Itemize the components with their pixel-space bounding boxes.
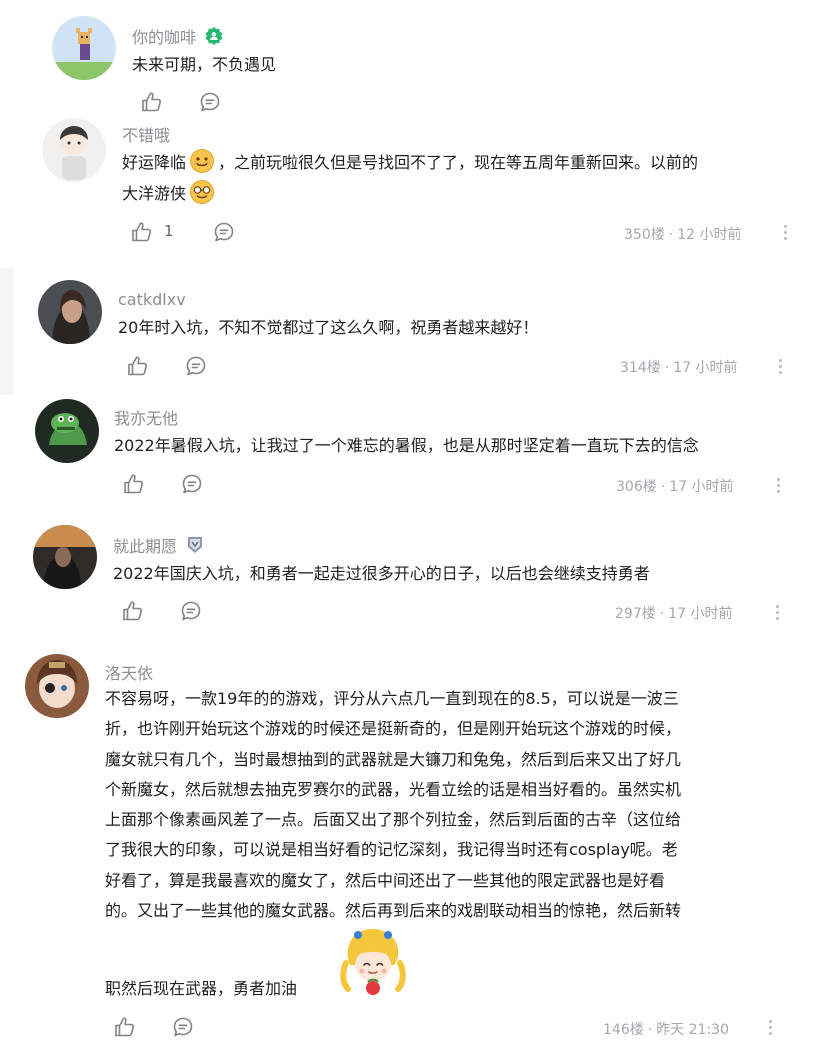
comment-text: 未来可期，不负遇见	[132, 55, 277, 74]
like-icon[interactable]	[140, 90, 164, 114]
green-badge-icon	[204, 26, 224, 50]
comment-actions: 1	[130, 220, 250, 244]
comment-item: 洛天依 不容易呀，一款19年的的游戏，评分从六点几一直到现在的8.5，可以说是一…	[0, 647, 827, 1049]
comment-actions	[113, 1015, 203, 1039]
user-avatar[interactable]	[35, 399, 99, 463]
comment-actions	[126, 354, 216, 378]
more-options-icon[interactable]	[779, 222, 791, 242]
like-icon[interactable]	[126, 354, 150, 378]
comment-meta: 314楼 · 17 小时前	[620, 360, 738, 376]
comment-text-line2: 大洋游侠	[122, 179, 218, 215]
more-options-icon[interactable]	[764, 1017, 776, 1037]
username[interactable]: 不错哦	[122, 122, 170, 146]
comment-meta: 306楼 · 17 小时前	[616, 479, 734, 495]
comment-meta: 350楼 · 12 小时前	[624, 227, 742, 243]
more-options-icon[interactable]	[771, 602, 783, 622]
like-icon[interactable]	[130, 220, 154, 244]
like-icon[interactable]	[113, 1015, 137, 1039]
user-avatar[interactable]	[52, 16, 116, 80]
reply-icon[interactable]	[184, 354, 208, 378]
comment-text: 2022年暑假入坑，让我过了一个难忘的暑假，也是从那时坚定着一直玩下去的信念	[114, 436, 699, 455]
comment-item: 就此期愿 2022年国庆入坑，和勇者一起走过很多开心的日子，以后也会继续支持勇者…	[0, 517, 827, 647]
more-options-icon[interactable]	[774, 356, 786, 376]
comment-actions	[122, 472, 212, 496]
comment-item: 我亦无他 2022年暑假入坑，让我过了一个难忘的暑假，也是从那时坚定着一直玩下去…	[0, 395, 827, 517]
username[interactable]: 就此期愿	[113, 533, 205, 559]
comment-meta: 297楼 · 17 小时前	[615, 606, 733, 622]
like-icon[interactable]	[121, 599, 145, 623]
user-avatar[interactable]	[42, 118, 106, 182]
reply-icon[interactable]	[171, 1015, 195, 1039]
comment-item: catkdlxv 20年时入坑，不知不觉都过了这么久啊，祝勇者越来越好！ 314…	[0, 268, 827, 395]
comment-text: 不容易呀，一款19年的的游戏，评分从六点几一直到现在的8.5，可以说是一波三 折…	[105, 689, 682, 921]
username[interactable]: 洛天依	[105, 660, 153, 684]
comment-text: 20年时入坑，不知不觉都过了这么久啊，祝勇者越来越好！	[118, 318, 539, 337]
like-count: 1	[164, 222, 174, 240]
rank-badge-icon	[185, 535, 205, 559]
username[interactable]: 我亦无他	[114, 405, 178, 429]
sticker-image	[338, 925, 408, 999]
username[interactable]: catkdlxv	[118, 290, 186, 309]
username[interactable]: 你的咖啡	[132, 24, 224, 50]
comment-meta: 146楼 · 昨天 21:30	[603, 1022, 729, 1038]
reply-icon[interactable]	[198, 90, 222, 114]
comment-item: 你的咖啡 未来可期，不负遇见	[0, 0, 827, 118]
glasses-emoji-icon	[189, 179, 215, 215]
reply-icon[interactable]	[180, 472, 204, 496]
reply-icon[interactable]	[179, 599, 203, 623]
user-avatar[interactable]	[38, 280, 102, 344]
reply-icon[interactable]	[212, 220, 236, 244]
like-icon[interactable]	[122, 472, 146, 496]
comment-text-last-line: 职然后现在武器，勇者加油	[105, 979, 298, 998]
comment-actions	[140, 90, 230, 114]
comment-item: 不错哦 好运降临 ，之前玩啦很久但是号找回不了了，现在等五周年重新回来。以前的 大…	[0, 118, 827, 268]
comment-actions	[121, 599, 211, 623]
user-avatar[interactable]	[33, 525, 97, 589]
more-options-icon[interactable]	[772, 475, 784, 495]
user-avatar[interactable]	[25, 654, 89, 718]
comment-text: 2022年国庆入坑，和勇者一起走过很多开心的日子，以后也会继续支持勇者	[113, 564, 650, 583]
